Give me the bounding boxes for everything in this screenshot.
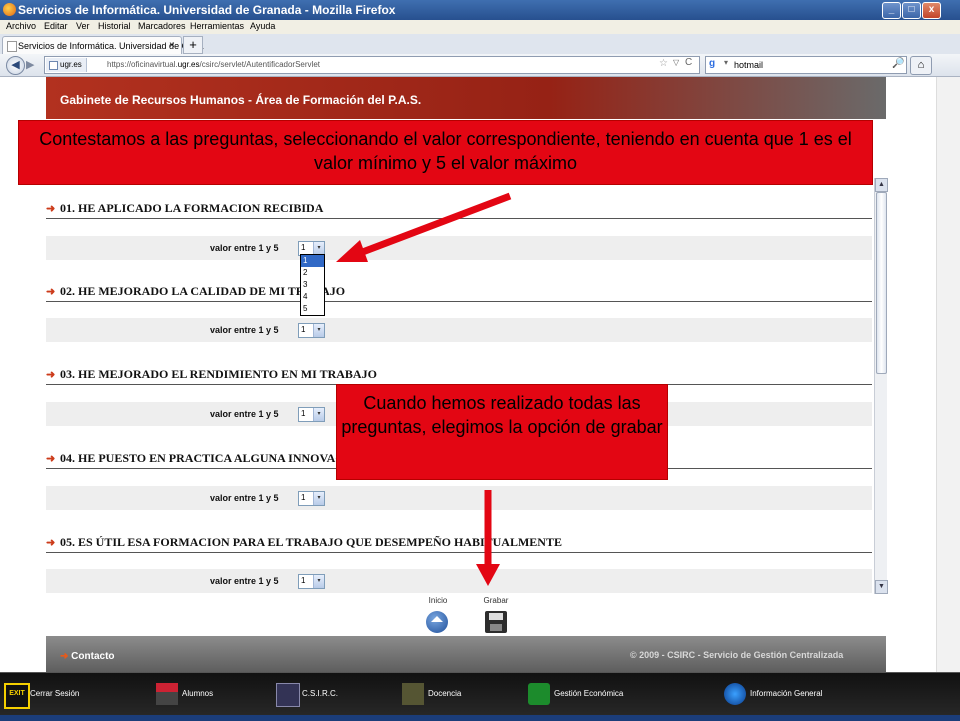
reload-icon[interactable]: C (685, 57, 692, 68)
search-input[interactable]: hotmail (734, 60, 763, 70)
chevron-down-icon[interactable]: ▾ (313, 408, 324, 421)
close-window-button[interactable]: x (922, 2, 941, 19)
maximize-button[interactable]: □ (902, 2, 921, 19)
arrow-icon: ➜ (46, 453, 56, 465)
dropdown-option[interactable]: 5 (301, 303, 324, 315)
forward-button[interactable]: ▶ (26, 58, 34, 71)
dropdown-option[interactable]: 4 (301, 291, 324, 303)
question-value-row: valor entre 1 y 5 1 ▾ (46, 569, 872, 593)
arrow-icon: ➜ (46, 286, 56, 298)
home-button[interactable]: ⌂ (910, 56, 932, 75)
app-taskbar: EXIT Cerrar Sesión Alumnos C.S.I.R.C. Do… (0, 672, 960, 721)
site-footer: Contacto © 2009 - CSIRC - Servicio de Ge… (46, 636, 886, 672)
url-bar[interactable]: ugr.es https://oficinavirtual.ugr.es/csi… (44, 56, 700, 74)
value-select[interactable]: 1 ▾ (298, 323, 325, 338)
contact-link[interactable]: Contacto (60, 651, 114, 662)
value-dropdown-list[interactable]: 1 2 3 4 5 (300, 254, 325, 316)
value-label: valor entre 1 y 5 (210, 576, 279, 586)
money-icon (528, 683, 550, 705)
window-title: Servicios de Informática. Universidad de… (18, 3, 396, 17)
teaching-icon (402, 683, 424, 705)
search-icon[interactable]: 🔎 (892, 58, 904, 69)
value-select[interactable]: 1 ▾ (298, 407, 325, 422)
dropdown-option[interactable]: 2 (301, 267, 324, 279)
value-label: valor entre 1 y 5 (210, 409, 279, 419)
questionnaire-panel (46, 119, 886, 599)
site-header-title: Gabinete de Recursos Humanos - Área de F… (60, 93, 422, 107)
instruction-callout-top: Contestamos a las preguntas, seleccionan… (18, 120, 873, 185)
menu-ayuda[interactable]: Ayuda (250, 21, 275, 31)
tab-bar: Servicios de Informática. Universidad de… (0, 34, 960, 55)
computer-icon (276, 683, 300, 707)
menu-editar[interactable]: Editar (44, 21, 68, 31)
tab-close-icon[interactable]: × (169, 40, 175, 51)
tab-servicios-informatica[interactable]: Servicios de Informática. Universidad de… (2, 36, 204, 55)
value-select[interactable]: 1 ▾ (298, 491, 325, 506)
menu-bar: Archivo Editar Ver Historial Marcadores … (0, 20, 960, 34)
question-value-row: valor entre 1 y 5 1 ▾ (46, 318, 872, 342)
site-header: Gabinete de Recursos Humanos - Área de F… (46, 77, 886, 119)
page-icon (7, 41, 17, 52)
question-title: ➜ 02. HE MEJORADO LA CALIDAD DE MI TRABAJ… (46, 281, 872, 302)
home-icon[interactable] (426, 611, 448, 633)
question-value-row: valor entre 1 y 5 1 ▾ (46, 236, 872, 260)
tab-label: Servicios de Informática. Universidad de… (18, 41, 205, 51)
scroll-down-icon[interactable]: ▼ (875, 580, 888, 594)
site-identity-badge[interactable]: ugr.es (46, 58, 87, 72)
os-taskbar-strip (0, 715, 960, 721)
students-icon (156, 683, 178, 705)
grabar-label[interactable]: Grabar (478, 596, 514, 605)
search-bar[interactable]: g ▾ hotmail 🔎 (705, 56, 907, 74)
menu-herramientas[interactable]: Herramientas (190, 21, 244, 31)
save-icon[interactable] (485, 611, 507, 633)
scroll-up-icon[interactable]: ▲ (875, 178, 888, 192)
value-label: valor entre 1 y 5 (210, 243, 279, 253)
value-select[interactable]: 1 ▾ (298, 574, 325, 589)
dropdown-option[interactable]: 1 (301, 255, 324, 267)
question-title: ➜ 03. HE MEJORADO EL RENDIMIENTO EN MI TR… (46, 364, 872, 385)
questionnaire-scrollbar[interactable]: ▲ ▼ (874, 178, 888, 594)
url-text: https://oficinavirtual.ugr.es/csirc/serv… (107, 60, 320, 69)
arrow-icon: ➜ (46, 369, 56, 381)
copyright-text: © 2009 - CSIRC - Servicio de Gestión Cen… (630, 650, 844, 660)
chevron-down-icon[interactable]: ▾ (313, 324, 324, 337)
chevron-down-icon[interactable]: ▾ (313, 575, 324, 588)
value-label: valor entre 1 y 5 (210, 325, 279, 335)
question-value-row: valor entre 1 y 5 1 ▾ (46, 486, 872, 510)
inicio-label[interactable]: Inicio (420, 596, 456, 605)
search-engine-dropdown-icon[interactable]: ▾ (724, 58, 728, 67)
history-dropdown-icon[interactable]: ▽ (673, 58, 679, 67)
value-label: valor entre 1 y 5 (210, 493, 279, 503)
instruction-callout-bottom: Cuando hemos realizado todas las pregunt… (336, 384, 668, 480)
arrow-icon: ➜ (46, 537, 56, 549)
navigation-bar: ◀ ▶ ugr.es https://oficinavirtual.ugr.es… (0, 54, 960, 77)
exit-icon: EXIT (4, 683, 30, 709)
new-tab-button[interactable]: + (183, 36, 203, 54)
question-title: ➜ 01. HE APLICADO LA FORMACION RECIBIDA (46, 198, 872, 219)
firefox-icon (3, 3, 16, 16)
info-icon (724, 683, 746, 705)
window-title-bar: Servicios de Informática. Universidad de… (0, 0, 960, 20)
dropdown-option[interactable]: 3 (301, 279, 324, 291)
arrow-icon: ➜ (46, 203, 56, 215)
back-button[interactable]: ◀ (6, 56, 25, 75)
menu-ver[interactable]: Ver (76, 21, 90, 31)
bookmark-star-icon[interactable]: ☆ (659, 58, 668, 69)
menu-historial[interactable]: Historial (98, 21, 131, 31)
chevron-down-icon[interactable]: ▾ (313, 492, 324, 505)
menu-marcadores[interactable]: Marcadores (138, 21, 186, 31)
question-title: ➜ 05. ES ÚTIL ESA FORMACION PARA EL TRABA… (46, 532, 872, 553)
scroll-thumb[interactable] (876, 192, 887, 374)
minimize-button[interactable]: _ (882, 2, 901, 19)
menu-archivo[interactable]: Archivo (6, 21, 36, 31)
page-scrollbar[interactable] (936, 77, 960, 673)
google-search-engine-icon[interactable]: g (709, 58, 721, 70)
